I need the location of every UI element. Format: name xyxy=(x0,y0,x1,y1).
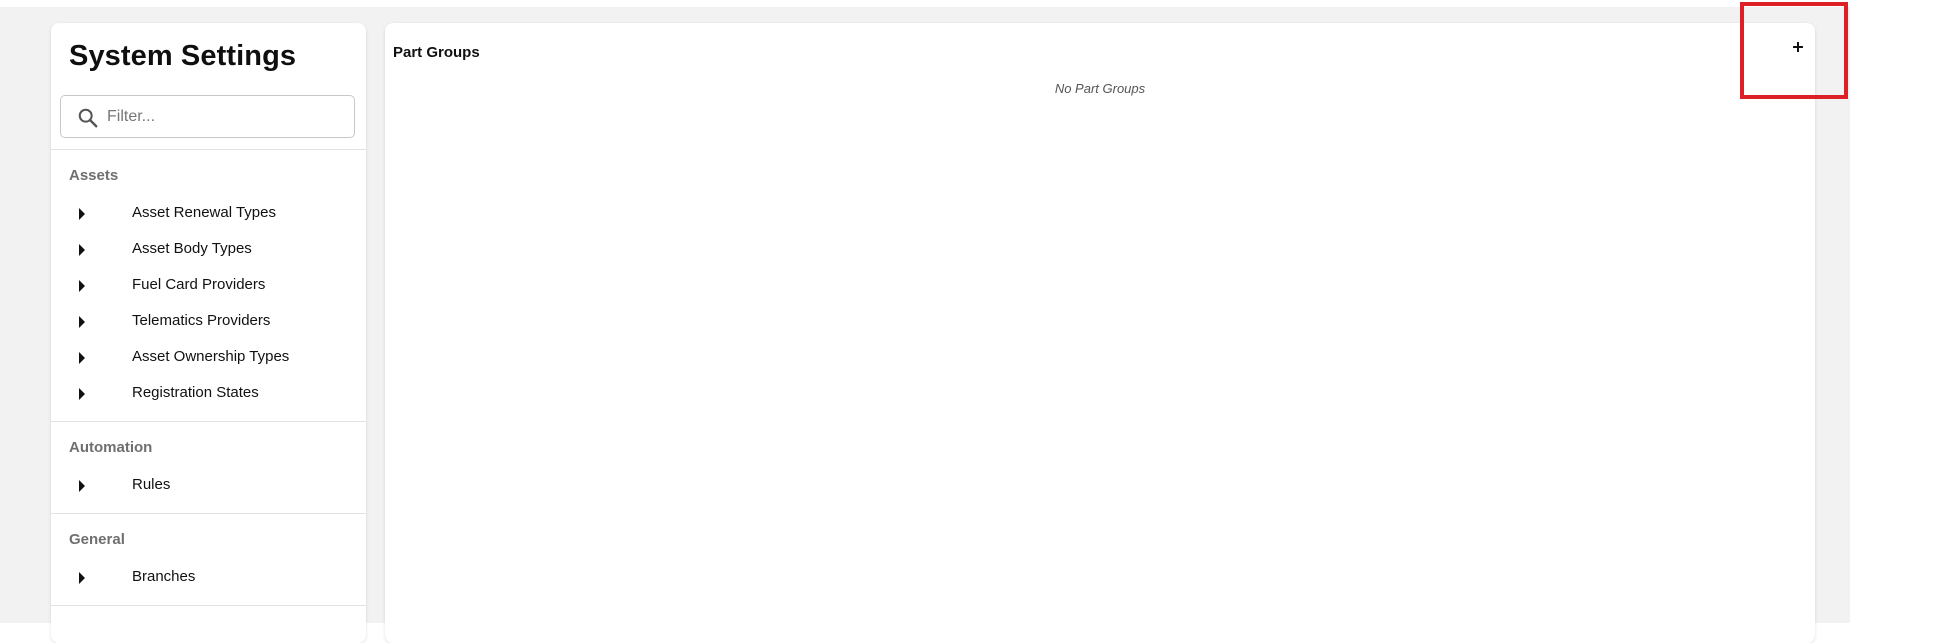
sidebar-divider xyxy=(51,149,366,150)
sidebar-item-rules[interactable]: Rules xyxy=(69,473,349,499)
settings-sidebar: System Settings Assets Asset Renewal Typ… xyxy=(51,23,366,643)
sidebar-item-label: Fuel Card Providers xyxy=(132,276,266,293)
section-heading-automation: Automation xyxy=(69,439,153,456)
add-part-group-button[interactable] xyxy=(1785,34,1811,60)
panel-title: Part Groups xyxy=(393,44,480,61)
sidebar-divider xyxy=(51,513,366,514)
sidebar-item-registration-states[interactable]: Registration States xyxy=(69,381,349,407)
sidebar-item-asset-ownership-types[interactable]: Asset Ownership Types xyxy=(69,345,349,371)
part-groups-panel: Part Groups No Part Groups xyxy=(385,23,1815,643)
sidebar-item-asset-renewal-types[interactable]: Asset Renewal Types xyxy=(69,201,349,227)
sidebar-item-fuel-card-providers[interactable]: Fuel Card Providers xyxy=(69,273,349,299)
caret-right-icon xyxy=(79,480,85,492)
caret-right-icon xyxy=(79,352,85,364)
caret-right-icon xyxy=(79,244,85,256)
section-heading-assets: Assets xyxy=(69,167,119,184)
filter-box[interactable] xyxy=(60,95,355,138)
caret-right-icon xyxy=(79,208,85,220)
sidebar-title: System Settings xyxy=(69,40,297,72)
section-heading-general: General xyxy=(69,531,125,548)
sidebar-item-asset-body-types[interactable]: Asset Body Types xyxy=(69,237,349,263)
caret-right-icon xyxy=(79,280,85,292)
sidebar-item-telematics-providers[interactable]: Telematics Providers xyxy=(69,309,349,335)
sidebar-divider xyxy=(51,605,366,606)
plus-icon xyxy=(1797,42,1799,52)
sidebar-item-label: Branches xyxy=(132,568,196,585)
right-strip xyxy=(1850,0,1957,623)
search-icon xyxy=(78,108,98,128)
filter-input[interactable] xyxy=(107,102,343,132)
sidebar-item-label: Rules xyxy=(132,476,171,493)
caret-right-icon xyxy=(79,388,85,400)
sidebar-item-label: Telematics Providers xyxy=(132,312,271,329)
caret-right-icon xyxy=(79,572,85,584)
sidebar-item-branches[interactable]: Branches xyxy=(69,565,349,591)
sidebar-item-label: Registration States xyxy=(132,384,259,401)
caret-right-icon xyxy=(79,316,85,328)
top-strip xyxy=(0,0,1957,7)
sidebar-item-label: Asset Renewal Types xyxy=(132,204,276,221)
sidebar-item-label: Asset Body Types xyxy=(132,240,252,257)
empty-state-message: No Part Groups xyxy=(1054,81,1146,96)
sidebar-item-label: Asset Ownership Types xyxy=(132,348,290,365)
sidebar-divider xyxy=(51,421,366,422)
